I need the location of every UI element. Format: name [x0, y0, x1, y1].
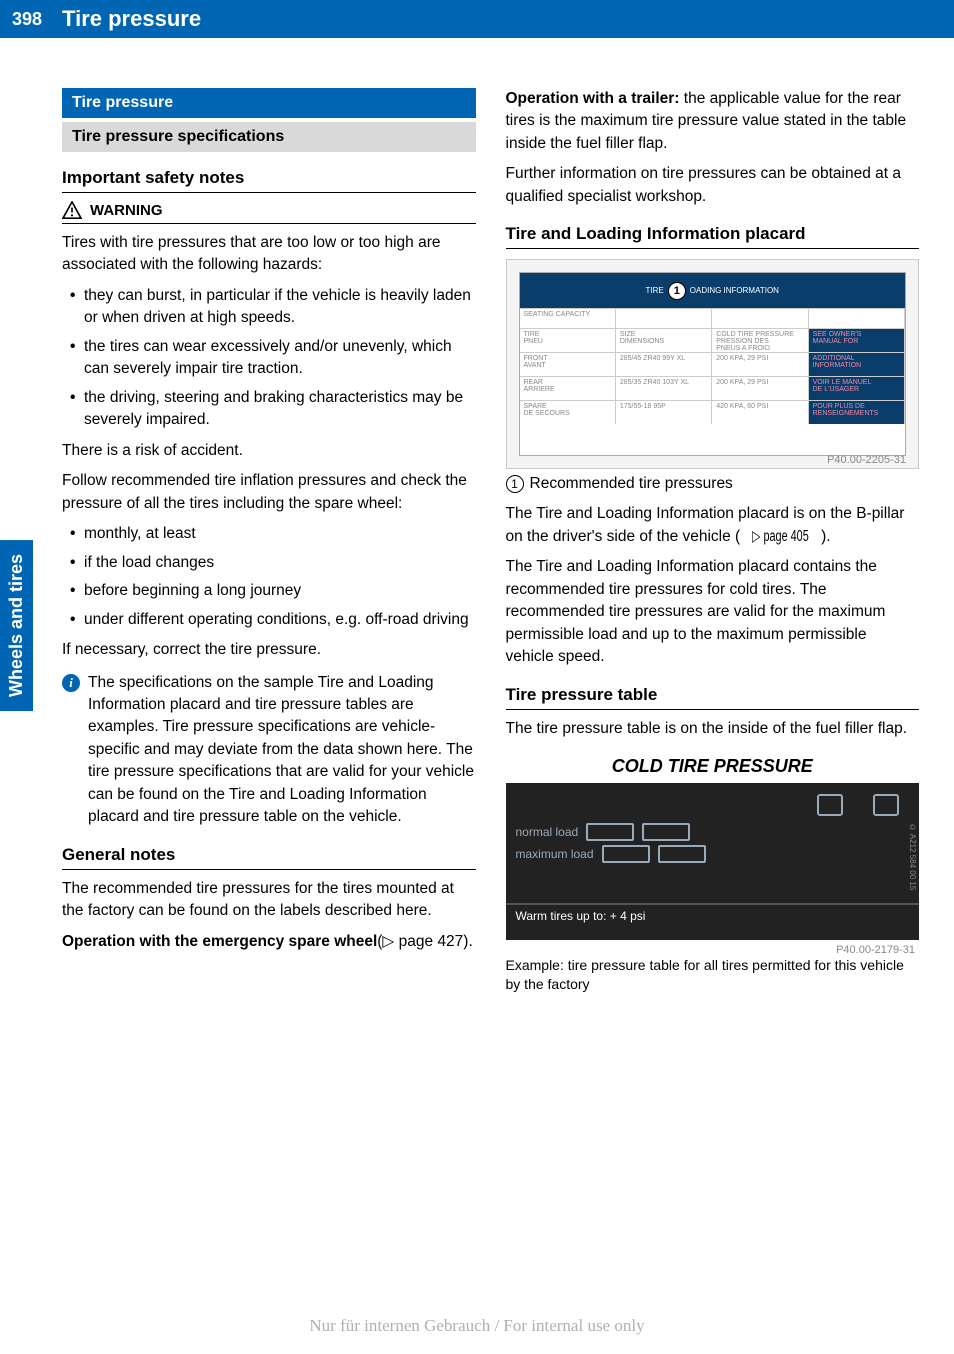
trailer-paragraph: Operation with a trailer: the applicable… — [506, 88, 920, 155]
check-list: monthly, at least if the load changes be… — [62, 523, 476, 631]
footer-internal-use: Nur für internen Gebrauch / For internal… — [0, 1316, 954, 1336]
warning-triangle-icon — [62, 201, 82, 219]
warning-block: WARNING Tires with tire pressures that a… — [62, 201, 476, 662]
cold-warm-note: Warm tires up to: + 4 psi — [506, 903, 920, 927]
subsection-bar-specifications: Tire pressure specifications — [62, 122, 476, 152]
further-info: Further information on tire pressures ca… — [506, 163, 920, 208]
info-note: i The specifications on the sample Tire … — [62, 672, 476, 829]
warning-label: WARNING — [90, 202, 163, 219]
page-header: 398 Tire pressure — [0, 0, 954, 38]
cold-tire-title: COLD TIRE PRESSURE — [506, 750, 920, 783]
placard-illustration: TIRE 1 OADING INFORMATION SEATING CAPACI… — [506, 259, 920, 469]
rear-axle-icon — [873, 794, 899, 816]
heading-placard: Tire and Loading Information placard — [506, 224, 920, 249]
cold-row-normal: normal load — [506, 821, 920, 843]
cold-image-code: P40.00-2179-31 — [506, 944, 920, 956]
general-paragraph: The recommended tire pressures for the t… — [62, 878, 476, 923]
warning-follow: Follow recommended tire inflation pressu… — [62, 470, 476, 515]
cold-side-code: © A212 584 00 15 — [908, 823, 917, 890]
heading-general-notes: General notes — [62, 845, 476, 870]
trailer-label: Operation with a trailer: — [506, 90, 680, 107]
caption-number-1: 1 — [506, 475, 524, 493]
list-item: the tires can wear excessively and/or un… — [70, 336, 476, 381]
list-item: they can burst, in particular if the veh… — [70, 285, 476, 330]
page-ref-405: ▷ page 405 — [752, 526, 809, 548]
side-tab-wheels-tires: Wheels and tires — [0, 540, 33, 711]
placard-header-strip: TIRE 1 OADING INFORMATION — [520, 273, 906, 308]
page-number: 398 — [0, 0, 54, 38]
placard-caption: 1 Recommended tire pressures — [506, 475, 920, 493]
list-item: before beginning a long journey — [70, 580, 476, 602]
placard-paragraph-1: The Tire and Loading Information placard… — [506, 503, 920, 548]
placard-paragraph-2: The Tire and Loading Information placard… — [506, 556, 920, 668]
section-bar-tire-pressure: Tire pressure — [62, 88, 476, 118]
heading-pressure-table: Tire pressure table — [506, 685, 920, 710]
table-paragraph: The tire pressure table is on the inside… — [506, 718, 920, 740]
placard-image-code: P40.00-2205-31 — [827, 454, 906, 466]
page-ref-427: (▷ page 427). — [377, 933, 473, 950]
spare-wheel-label: Operation with the emergency spare wheel — [62, 933, 377, 950]
cold-row-max: maximum load — [506, 843, 920, 865]
placard-callout-badge: 1 — [668, 282, 686, 300]
warning-risk: There is a risk of accident. — [62, 440, 476, 462]
caption-text: Recommended tire pressures — [530, 475, 733, 493]
heading-safety-notes: Important safety notes — [62, 168, 476, 193]
info-icon: i — [62, 674, 80, 692]
warning-intro: Tires with tire pressures that are too l… — [62, 232, 476, 277]
cold-caption: Example: tire pressure table for all tir… — [506, 956, 920, 994]
content-area: Tire pressure Tire pressure specificatio… — [0, 38, 954, 994]
list-item: under different operating conditions, e.… — [70, 609, 476, 631]
front-axle-icon — [817, 794, 843, 816]
warning-correct: If necessary, correct the tire pressure. — [62, 639, 476, 661]
right-column: Operation with a trailer: the applicable… — [506, 88, 920, 994]
list-item: monthly, at least — [70, 523, 476, 545]
info-text: The specifications on the sample Tire an… — [88, 672, 476, 829]
list-item: if the load changes — [70, 552, 476, 574]
cold-tire-pressure-illustration: COLD TIRE PRESSURE normal load maximum l… — [506, 750, 920, 940]
warning-hazard-list: they can burst, in particular if the veh… — [62, 285, 476, 432]
page-title: Tire pressure — [54, 6, 201, 32]
left-column: Tire pressure Tire pressure specificatio… — [62, 88, 476, 994]
spare-wheel-line: Operation with the emergency spare wheel… — [62, 931, 476, 953]
warning-header: WARNING — [62, 201, 476, 224]
list-item: the driving, steering and braking charac… — [70, 387, 476, 432]
